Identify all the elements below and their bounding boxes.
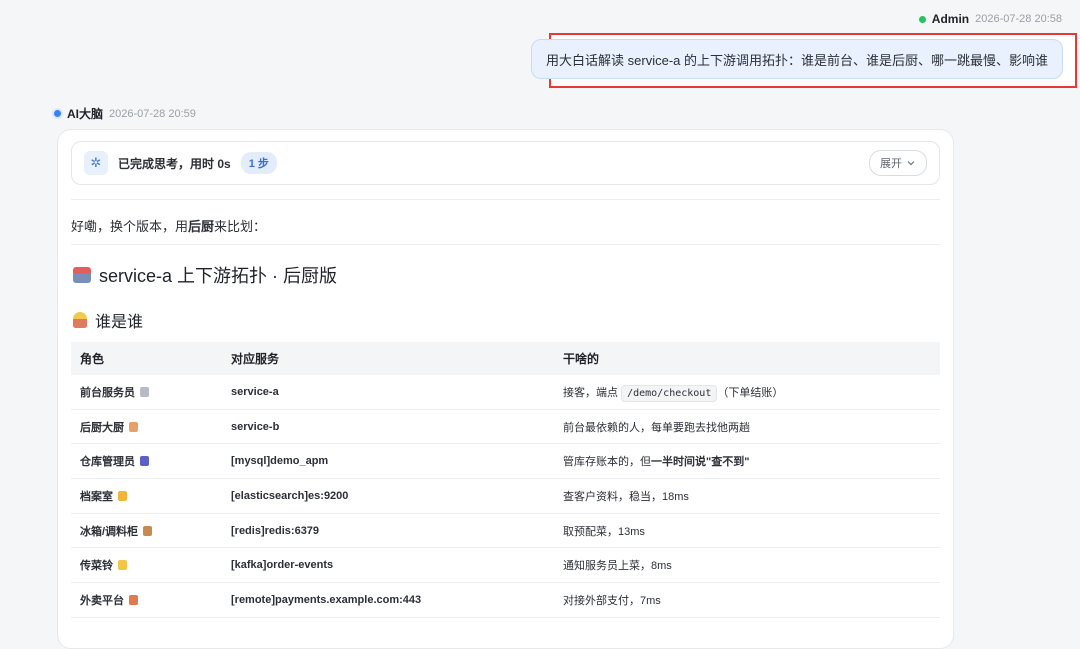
intro-text: 好嘞，换个版本，用后厨来比划：	[71, 216, 266, 235]
expand-label: 展开	[880, 158, 902, 170]
table-header-row: 角色 对应服务 干啥的	[71, 342, 940, 375]
desc-text: 管库存账本的，但	[563, 456, 651, 469]
service-cell: [mysql]demo_apm	[222, 443, 554, 480]
ai-response-card: ✲ 已完成思考，用时 0s 1 步 展开 好嘞，换个版本，用后厨来比划： ser…	[57, 129, 954, 649]
ai-status-dot	[54, 110, 61, 117]
bell-icon	[118, 560, 127, 571]
user-message-time: 2026-07-28 20:58	[975, 13, 1062, 25]
cook-icon	[73, 312, 87, 328]
ai-name: AI大脑	[67, 107, 104, 121]
service-cell: [redis]redis:6379	[222, 513, 554, 549]
user-message-bubble: 用大白话解读 service-a 的上下游调用拓扑：谁是前台、谁是后厨、哪一跳最…	[531, 39, 1063, 79]
thinking-sparkle-icon: ✲	[84, 151, 108, 175]
role-label: 外卖平台	[80, 594, 124, 607]
role-label: 档案室	[80, 490, 113, 503]
role-cell: 传菜铃	[71, 547, 222, 584]
restaurant-icon	[73, 267, 91, 283]
table-row: 档案室 [elasticsearch]es:9200 查客户资料，稳当，18ms	[71, 478, 940, 514]
desc-cell: 接客，端点 /demo/checkout （下单结账）	[554, 375, 940, 410]
divider	[71, 244, 940, 245]
role-label: 冰箱/调料柜	[80, 525, 139, 538]
user-meta: Admin 2026-07-28 20:58	[918, 12, 1062, 26]
ai-message-time: 2026-07-28 20:59	[109, 107, 196, 120]
phone-icon	[140, 456, 149, 467]
service-cell: [kafka]order-events	[222, 547, 554, 584]
box-icon	[143, 525, 153, 536]
role-label: 后厨大厨	[80, 421, 124, 434]
endpoint-code: /demo/checkout	[621, 384, 718, 402]
ai-meta: AI大脑 2026-07-28 20:59	[54, 105, 196, 122]
table-row: 外卖平台 [remote]payments.example.com:443 对接外部…	[71, 582, 940, 618]
desc-cell: 前台最依赖的人，每单要跑去找他两趟	[554, 409, 940, 445]
intro-post: 来比划：	[214, 219, 267, 234]
service-cell: [elasticsearch]es:9200	[222, 478, 554, 514]
role-cell: 仓库管理员	[71, 443, 222, 480]
role-cell: 档案室	[71, 478, 222, 514]
who-is-who-heading-text: 谁是谁	[95, 314, 144, 331]
role-table: 角色 对应服务 干啥的 前台服务员 service-a 接客，端点 /demo/ch…	[71, 342, 940, 618]
topology-heading-text: service-a 上下游拓扑 · 后厨版	[99, 266, 338, 286]
service-cell: service-b	[222, 409, 554, 445]
intro-pre: 好嘞，换个版本，用	[71, 219, 189, 234]
clipboard-icon	[140, 386, 149, 397]
step-count-badge: 1 步	[240, 152, 277, 174]
chevron-down-icon	[907, 161, 915, 166]
topology-heading: service-a 上下游拓扑 · 后厨版	[73, 262, 337, 288]
thinking-panel[interactable]: ✲ 已完成思考，用时 0s 1 步 展开	[71, 141, 940, 185]
desc-emphasis: 一半时间说"查不到"	[651, 456, 750, 469]
service-cell: [remote]payments.example.com:443	[222, 582, 554, 618]
table-row: 前台服务员 service-a 接客，端点 /demo/checkout （下单结账）	[71, 375, 940, 410]
bike-icon	[129, 594, 138, 605]
table-row: 仓库管理员 [mysql]demo_apm 管库存账本的，但一半时间说"查不到"	[71, 443, 940, 480]
desc-cell: 取预配菜，13ms	[554, 513, 940, 549]
desc-cell: 通知服务员上菜，8ms	[554, 547, 940, 584]
desc-cell: 管库存账本的，但一半时间说"查不到"	[554, 443, 940, 480]
header-role: 角色	[80, 352, 105, 366]
table-row: 后厨大厨 service-b 前台最依赖的人，每单要跑去找他两趟	[71, 409, 940, 445]
desc-text: （下单结账）	[717, 386, 784, 399]
user-name: Admin	[931, 12, 970, 26]
thinking-status: 已完成思考，用时 0s	[118, 156, 231, 171]
header-service: 对应服务	[231, 352, 280, 366]
divider	[71, 199, 940, 200]
desc-text: 接客，端点	[563, 386, 622, 399]
header-desc: 干啥的	[563, 352, 600, 366]
intro-bold: 后厨	[188, 219, 215, 234]
role-cell: 后厨大厨	[71, 409, 222, 445]
chef-icon	[129, 421, 138, 432]
role-label: 仓库管理员	[80, 456, 135, 469]
table-row: 冰箱/调料柜 [redis]redis:6379 取预配菜，13ms	[71, 513, 940, 549]
expand-thinking-button[interactable]: 展开	[869, 150, 927, 176]
role-label: 传菜铃	[80, 560, 113, 573]
desc-cell: 查客户资料，稳当，18ms	[554, 478, 940, 514]
table-row: 传菜铃 [kafka]order-events 通知服务员上菜，8ms	[71, 547, 940, 584]
service-cell: service-a	[222, 375, 554, 410]
desc-cell: 对接外部支付，7ms	[554, 582, 940, 618]
folder-icon	[118, 490, 127, 501]
role-cell: 外卖平台	[71, 582, 222, 618]
role-cell: 前台服务员	[71, 375, 222, 410]
role-label: 前台服务员	[80, 386, 135, 399]
who-is-who-heading: 谁是谁	[73, 308, 143, 332]
role-cell: 冰箱/调料柜	[71, 513, 222, 549]
online-status-dot	[918, 15, 926, 23]
